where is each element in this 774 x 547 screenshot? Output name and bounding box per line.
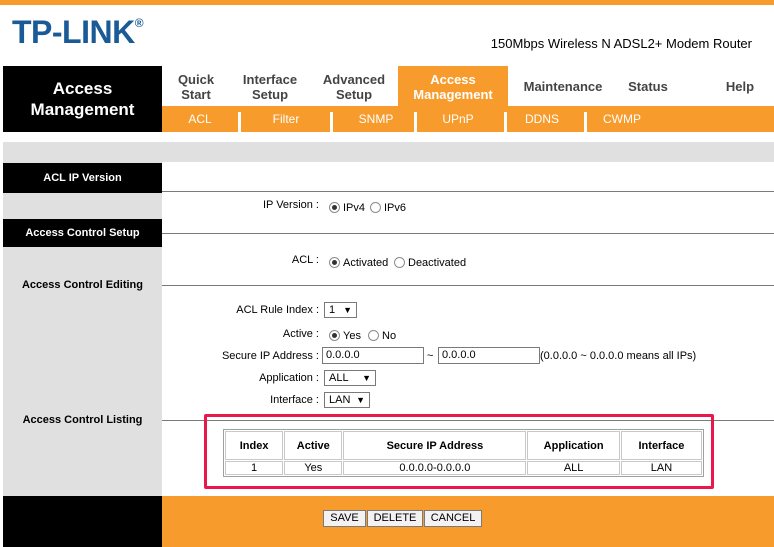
application-label: Application : <box>259 372 319 384</box>
cell-secure-ip: 0.0.0.0-0.0.0.0 <box>343 461 527 475</box>
save-button[interactable]: SAVE <box>323 510 366 527</box>
subtab-snmp[interactable]: SNMP <box>348 106 404 132</box>
radio-unselected-icon <box>368 329 379 341</box>
section-access-control-editing: Access Control Editing <box>21 279 144 291</box>
column-header-index: Index <box>225 431 284 460</box>
column-header-active: Active <box>284 431 343 460</box>
tab-quick-start[interactable]: Quick Start <box>162 66 230 106</box>
footer-left-block <box>3 496 162 547</box>
subnav-divider <box>504 112 507 132</box>
delete-button[interactable]: DELETE <box>367 510 423 527</box>
section-divider <box>162 233 774 234</box>
active-yes-radio[interactable]: Yes <box>329 329 361 342</box>
secure-ip-end-input[interactable]: 0.0.0.0 <box>438 347 540 364</box>
column-header-interface: Interface <box>620 431 702 460</box>
section-divider <box>162 191 774 192</box>
subtab-acl[interactable]: ACL <box>172 106 228 132</box>
subnav-divider <box>238 112 241 132</box>
section-access-control-listing: Access Control Listing <box>22 414 143 426</box>
sub-nav: ACL Filter SNMP UPnP DDNS CWMP <box>162 106 774 132</box>
top-accent-bar <box>0 0 774 5</box>
table-row[interactable]: 1 Yes 0.0.0.0-0.0.0.0 ALL LAN <box>225 461 702 475</box>
left-column <box>3 162 162 496</box>
dropdown-arrow-icon: ▼ <box>362 373 371 383</box>
cell-interface: LAN <box>620 461 702 475</box>
ipv4-radio[interactable]: IPv4 <box>329 201 365 214</box>
column-header-application: Application <box>527 431 620 460</box>
acl-label: ACL : <box>291 254 319 266</box>
tp-link-logo: TP-LINK® <box>12 14 144 50</box>
table-header-row: Index Active Secure IP Address Applicati… <box>225 431 702 460</box>
content-top-band <box>3 142 774 162</box>
secure-ip-start-input[interactable]: 0.0.0.0 <box>322 347 424 364</box>
tab-help[interactable]: Help <box>718 66 762 106</box>
acl-deactivated-radio[interactable]: Deactivated <box>394 256 466 269</box>
subtab-ddns[interactable]: DDNS <box>514 106 570 132</box>
ip-range-separator: ~ <box>427 350 434 362</box>
application-select[interactable]: ALL ▼ <box>324 370 376 386</box>
nav-section-title: Access Management <box>3 66 162 132</box>
subnav-divider <box>330 112 333 132</box>
interface-select[interactable]: LAN ▼ <box>324 392 370 408</box>
dropdown-arrow-icon: ▼ <box>343 305 352 315</box>
radio-selected-icon <box>329 329 340 341</box>
secure-ip-hint: (0.0.0.0 ~ 0.0.0.0 means all IPs) <box>540 350 697 362</box>
subnav-divider <box>414 112 417 132</box>
model-name: 150Mbps Wireless N ADSL2+ Modem Router <box>490 36 752 51</box>
tab-maintenance[interactable]: Maintenance <box>508 66 618 106</box>
tab-advanced-setup[interactable]: Advanced Setup <box>310 66 398 106</box>
active-no-radio[interactable]: No <box>368 329 396 342</box>
section-access-control-setup: Access Control Setup <box>3 219 162 247</box>
secure-ip-label: Secure IP Address : <box>221 350 319 362</box>
acl-rule-index-select[interactable]: 1 ▼ <box>324 302 357 318</box>
radio-unselected-icon <box>370 201 381 213</box>
main-nav: Quick Start Interface Setup Advanced Setup … <box>162 66 774 106</box>
tab-interface-setup[interactable]: Interface Setup <box>230 66 310 106</box>
radio-selected-icon <box>329 201 340 213</box>
ipv6-radio[interactable]: IPv6 <box>370 201 406 214</box>
section-divider <box>162 285 774 286</box>
dropdown-arrow-icon: ▼ <box>356 395 365 405</box>
section-acl-ip-version: ACL IP Version <box>3 163 162 193</box>
radio-selected-icon <box>329 256 340 268</box>
subtab-upnp[interactable]: UPnP <box>430 106 486 132</box>
cell-index: 1 <box>225 461 284 475</box>
active-label: Active : <box>282 328 319 340</box>
subtab-cwmp[interactable]: CWMP <box>594 106 650 132</box>
ip-version-label: IP Version : <box>262 199 319 211</box>
cancel-button[interactable]: CANCEL <box>424 510 482 527</box>
subtab-filter[interactable]: Filter <box>258 106 314 132</box>
column-header-secure-ip: Secure IP Address <box>343 431 527 460</box>
interface-label: Interface : <box>270 394 319 406</box>
cell-active: Yes <box>284 461 343 475</box>
tab-access-management[interactable]: Access Management <box>398 66 508 106</box>
tab-status[interactable]: Status <box>618 66 678 106</box>
radio-unselected-icon <box>394 256 405 268</box>
acl-activated-radio[interactable]: Activated <box>329 256 388 269</box>
acl-listing-table: Index Active Secure IP Address Applicati… <box>223 429 704 477</box>
subnav-divider <box>584 112 587 132</box>
cell-application: ALL <box>527 461 620 475</box>
acl-rule-index-label: ACL Rule Index : <box>236 304 319 316</box>
